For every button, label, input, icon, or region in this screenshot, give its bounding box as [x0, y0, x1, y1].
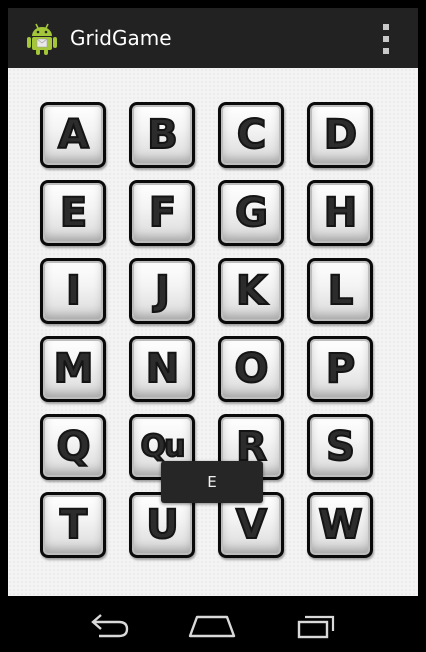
- tile-letter: D: [323, 112, 358, 158]
- tile-letter: U: [145, 502, 180, 548]
- tile-letter: H: [323, 190, 359, 236]
- tile-letter: L: [327, 268, 354, 314]
- letter-tile-h[interactable]: H: [307, 180, 373, 246]
- overflow-menu-icon[interactable]: [380, 24, 392, 54]
- tile-letter: F: [148, 190, 177, 236]
- tile-letter: C: [236, 112, 267, 158]
- letter-tile-f[interactable]: F: [129, 180, 195, 246]
- letter-tile-a[interactable]: A: [40, 102, 106, 168]
- letter-tile-p[interactable]: P: [307, 336, 373, 402]
- tile-letter: M: [53, 346, 95, 392]
- tile-letter: Q: [55, 424, 91, 470]
- tile-letter: T: [59, 502, 88, 548]
- letter-tile-q[interactable]: Q: [40, 414, 106, 480]
- status-bar: [0, 0, 426, 8]
- letter-tile-w[interactable]: W: [307, 492, 373, 558]
- letter-tile-d[interactable]: D: [307, 102, 373, 168]
- toast-message: E: [161, 461, 263, 503]
- overflow-dot: [383, 36, 389, 42]
- home-icon[interactable]: [182, 608, 242, 642]
- tile-letter: G: [234, 190, 269, 236]
- letter-tile-n[interactable]: N: [129, 336, 195, 402]
- tile-letter: B: [146, 112, 178, 158]
- letter-tile-m[interactable]: M: [40, 336, 106, 402]
- tile-letter: I: [65, 268, 82, 314]
- toast-text: E: [207, 473, 217, 491]
- letter-tile-s[interactable]: S: [307, 414, 373, 480]
- letter-tile-k[interactable]: K: [218, 258, 284, 324]
- letter-tile-t[interactable]: T: [40, 492, 106, 558]
- letter-tile-e[interactable]: E: [40, 180, 106, 246]
- letter-tile-i[interactable]: I: [40, 258, 106, 324]
- tile-letter: W: [317, 502, 363, 548]
- android-robot-icon: [26, 22, 58, 56]
- overflow-dot: [383, 48, 389, 54]
- overflow-dot: [383, 24, 389, 30]
- letter-tile-g[interactable]: G: [218, 180, 284, 246]
- tile-letter: J: [154, 268, 171, 314]
- tile-letter: O: [233, 346, 269, 392]
- back-icon[interactable]: [80, 608, 140, 642]
- letter-tile-l[interactable]: L: [307, 258, 373, 324]
- tile-letter: A: [57, 112, 90, 158]
- tile-letter: P: [325, 346, 356, 392]
- letter-tile-c[interactable]: C: [218, 102, 284, 168]
- recents-icon[interactable]: [286, 608, 346, 642]
- navigation-bar: [0, 596, 426, 652]
- game-content: A B C D E F G H I J K L M N O P Q Qu R S…: [8, 68, 418, 596]
- tile-letter: Qu: [140, 429, 187, 464]
- tile-letter: N: [145, 346, 181, 392]
- tile-letter: V: [235, 502, 268, 548]
- tile-letter: K: [235, 268, 268, 314]
- tile-letter: S: [325, 424, 356, 470]
- action-bar: GridGame: [8, 8, 418, 68]
- tile-letter: E: [59, 190, 88, 236]
- letter-tile-b[interactable]: B: [129, 102, 195, 168]
- letter-tile-j[interactable]: J: [129, 258, 195, 324]
- letter-tile-o[interactable]: O: [218, 336, 284, 402]
- app-title: GridGame: [70, 26, 172, 50]
